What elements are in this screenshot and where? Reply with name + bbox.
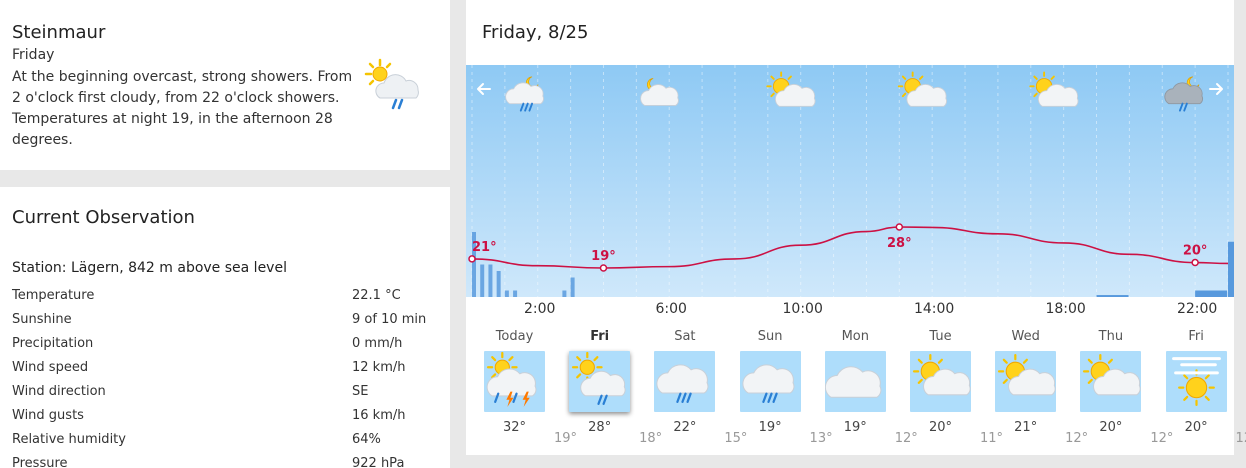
temperature-label: 28° — [887, 236, 912, 251]
observation-value: 0 mm/h — [352, 335, 403, 351]
precip-bar — [562, 290, 567, 297]
observation-label: Wind gusts — [12, 407, 84, 423]
day-low-temp: 12° — [1235, 431, 1246, 446]
day-tile-today[interactable]: Today 32° 19° — [472, 320, 577, 455]
cloud-icon — [824, 351, 886, 412]
observation-row: Temperature 22.1 °C — [12, 283, 426, 307]
location-name: Steinmaur — [12, 22, 106, 43]
observation-row: Wind speed 12 km/h — [12, 355, 426, 379]
day-name: Thu — [1098, 329, 1124, 344]
observation-value: SE — [352, 383, 369, 399]
temperature-point — [1191, 258, 1199, 267]
day-high-temp: 19° — [843, 420, 867, 435]
day-tile-sun[interactable]: Sun 19° 13° — [728, 320, 833, 455]
observation-value: 12 km/h — [352, 359, 406, 375]
day-tile-fri[interactable]: Fri 28° 18° — [557, 320, 662, 455]
sun-cloud-icon — [995, 351, 1057, 412]
day-tile-tue[interactable]: Tue 20° 11° — [898, 320, 1003, 455]
chart-background — [466, 65, 1234, 297]
hour-tick-label: 6:00 — [655, 301, 686, 317]
precip-bar — [513, 290, 518, 297]
sun-cloud-rain-icon — [569, 351, 631, 412]
day-name: Sun — [757, 329, 783, 344]
sun-cloud-storm-icon — [484, 351, 545, 412]
observation-label: Wind direction — [12, 383, 106, 399]
hour-tick-label: 10:00 — [783, 301, 823, 317]
observation-row: Sunshine 9 of 10 min — [12, 307, 426, 331]
temperature-point — [895, 223, 904, 231]
observation-label: Sunshine — [12, 311, 72, 327]
precip-bar — [488, 264, 493, 297]
hour-tick-label: 18:00 — [1045, 301, 1085, 317]
sun-haze-icon — [1165, 351, 1227, 412]
precip-bar — [1096, 295, 1129, 297]
observation-value: 9 of 10 min — [352, 311, 427, 327]
observation-value: 16 km/h — [352, 407, 406, 423]
cloud-rain-icon — [739, 351, 801, 412]
day-tile-fri[interactable]: Fri 20° 12° — [1154, 320, 1246, 455]
temperature-point — [599, 264, 608, 272]
precip-bar — [1195, 290, 1228, 297]
observation-label: Temperature — [12, 287, 95, 303]
observation-value: 922 hPa — [352, 455, 405, 468]
day-high-temp: 28° — [588, 420, 612, 435]
day-name: Wed — [1011, 329, 1040, 344]
current-observation-card: Current Observation Station: Lägern, 842… — [0, 187, 450, 468]
hour-tick-label: 14:00 — [914, 301, 954, 317]
observation-value: 22.1 °C — [352, 287, 401, 303]
hourly-chart: 21° 19° 28° 20° 2:00 6:00 10:00 14:00 18:00 22:00 — [466, 65, 1234, 317]
observation-label: Precipitation — [12, 335, 94, 351]
precip-bar — [504, 290, 509, 297]
hour-tick-label: 2:00 — [524, 301, 555, 317]
day-high-temp: 20° — [1099, 420, 1123, 435]
day-high-temp: 32° — [502, 420, 527, 435]
precip-bar — [480, 264, 485, 297]
temperature-label: 19° — [591, 249, 616, 264]
station-info: Station: Lägern, 842 m above sea level — [12, 260, 287, 276]
sun-cloud-icon — [1080, 351, 1142, 412]
day-high-temp: 19° — [758, 420, 782, 435]
day-name: Fri — [1188, 329, 1204, 344]
observation-row: Relative humidity 64% — [12, 427, 426, 451]
observation-row: Wind gusts 16 km/h — [12, 403, 426, 427]
observation-title: Current Observation — [12, 207, 195, 228]
sun-cloud-rain-icon — [362, 58, 426, 114]
day-high-temp: 20° — [1184, 420, 1208, 435]
daily-tiles: Today 32° 19° Fri 28° 18° Sat 22° 15° Sun 19° 13° Mo… — [472, 320, 1246, 455]
observation-table: Temperature 22.1 °C Sunshine 9 of 10 min Pre… — [12, 283, 426, 468]
temperature-label: 20° — [1183, 244, 1208, 259]
cloud-rain-icon — [654, 351, 716, 412]
temperature-point — [468, 255, 476, 263]
observation-row: Precipitation 0 mm/h — [12, 331, 426, 355]
observation-label: Relative humidity — [12, 431, 126, 447]
day-high-temp: 22° — [673, 420, 697, 435]
precip-bar — [1228, 241, 1234, 297]
observation-label: Pressure — [12, 455, 68, 468]
day-tile-sat[interactable]: Sat 22° 15° — [642, 320, 747, 455]
day-tile-thu[interactable]: Thu 20° 12° — [1068, 320, 1173, 455]
summary-description: At the beginning overcast, strong shower… — [12, 69, 353, 148]
hour-tick-label: 22:00 — [1177, 301, 1217, 317]
day-high-temp: 20° — [928, 420, 953, 435]
precip-bar — [570, 277, 575, 297]
temperature-label: 21° — [472, 240, 497, 255]
forecast-date: Friday, 8/25 — [482, 22, 589, 43]
precip-bar — [496, 271, 501, 297]
day-name: Mon — [841, 329, 869, 344]
forecast-card: Friday, 8/25 21° 19° 28° 20° 2:00 6:00 10:00 14… — [466, 0, 1246, 455]
day-name: Fri — [590, 329, 610, 344]
observation-row: Wind direction SE — [12, 379, 426, 403]
observation-value: 64% — [352, 431, 381, 447]
daily-summary-card: Steinmaur Friday At the beginning overca… — [0, 0, 450, 170]
day-name: Today — [495, 329, 534, 344]
sun-cloud-icon — [910, 351, 971, 412]
day-tile-wed[interactable]: Wed 21° 12° — [983, 320, 1088, 455]
day-name: Tue — [929, 329, 952, 344]
observation-label: Wind speed — [12, 359, 89, 375]
day-tile-mon[interactable]: Mon 19° 12° — [813, 320, 918, 455]
day-name: Sat — [674, 329, 696, 344]
observation-row: Pressure 922 hPa — [12, 451, 426, 468]
day-high-temp: 21° — [1014, 420, 1038, 435]
